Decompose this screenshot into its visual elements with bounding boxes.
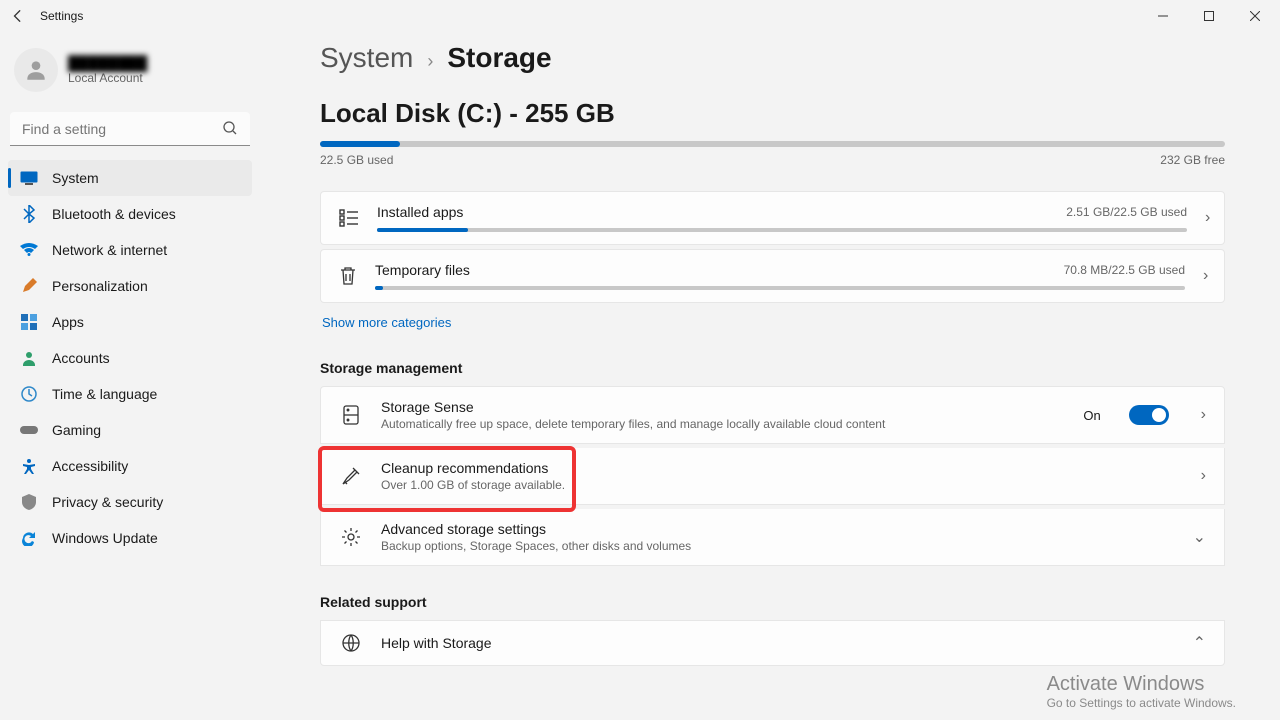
globe-icon: [339, 633, 363, 653]
shield-icon: [20, 493, 38, 511]
disk-title: Local Disk (C:) - 255 GB: [320, 98, 1240, 129]
sidebar-item-system[interactable]: System: [8, 160, 252, 196]
broom-icon: [339, 466, 363, 486]
account-header[interactable]: ████████ Local Account: [4, 40, 256, 108]
sidebar-item-label: Personalization: [52, 278, 148, 294]
sidebar-item-apps[interactable]: Apps: [8, 304, 252, 340]
category-title: Temporary files: [375, 262, 470, 278]
update-icon: [20, 529, 38, 547]
show-more-categories-link[interactable]: Show more categories: [322, 315, 451, 330]
chevron-right-icon: ›: [427, 51, 433, 72]
sidebar-item-label: Accounts: [52, 350, 110, 366]
category-stat: 70.8 MB/22.5 GB used: [1064, 263, 1185, 277]
gamepad-icon: [20, 421, 38, 439]
sidebar-item-personalization[interactable]: Personalization: [8, 268, 252, 304]
breadcrumb-current: Storage: [447, 42, 551, 74]
section-related-support: Related support: [320, 594, 1240, 610]
disk-free-label: 232 GB free: [1160, 153, 1225, 167]
sidebar-item-label: Privacy & security: [52, 494, 163, 510]
drive-icon: [339, 405, 363, 425]
account-subtitle: Local Account: [68, 71, 147, 85]
sidebar-item-accessibility[interactable]: Accessibility: [8, 448, 252, 484]
maximize-button[interactable]: [1186, 0, 1232, 32]
setting-subtitle: Over 1.00 GB of storage available.: [381, 478, 1183, 492]
sidebar-item-bluetooth[interactable]: Bluetooth & devices: [8, 196, 252, 232]
gear-icon: [339, 527, 363, 547]
bluetooth-icon: [20, 205, 38, 223]
category-installed-apps[interactable]: Installed apps 2.51 GB/22.5 GB used ›: [320, 191, 1225, 245]
related-title: Help with Storage: [381, 635, 1175, 651]
sidebar-item-time-language[interactable]: Time & language: [8, 376, 252, 412]
system-icon: [20, 169, 38, 187]
setting-storage-sense[interactable]: Storage Sense Automatically free up spac…: [320, 386, 1225, 444]
titlebar: Settings: [0, 0, 1280, 32]
window-title: Settings: [40, 9, 83, 23]
sidebar-item-label: Windows Update: [52, 530, 158, 546]
avatar: [14, 48, 58, 92]
wifi-icon: [20, 241, 38, 259]
person-icon: [20, 349, 38, 367]
category-stat: 2.51 GB/22.5 GB used: [1066, 205, 1187, 219]
minimize-button[interactable]: [1140, 0, 1186, 32]
sidebar-item-windows-update[interactable]: Windows Update: [8, 520, 252, 556]
sidebar-item-label: Network & internet: [52, 242, 167, 258]
setting-title: Storage Sense: [381, 399, 1065, 415]
globe-clock-icon: [20, 385, 38, 403]
chevron-right-icon: ›: [1205, 209, 1210, 227]
toggle-state-label: On: [1083, 408, 1100, 423]
breadcrumb-parent[interactable]: System: [320, 42, 413, 74]
setting-subtitle: Automatically free up space, delete temp…: [381, 417, 1065, 431]
watermark-subtitle: Go to Settings to activate Windows.: [1047, 696, 1236, 710]
sidebar-item-privacy[interactable]: Privacy & security: [8, 484, 252, 520]
sidebar-item-label: Bluetooth & devices: [52, 206, 176, 222]
section-storage-management: Storage management: [320, 360, 1240, 376]
chevron-right-icon: ›: [1201, 467, 1206, 485]
sidebar-item-label: Apps: [52, 314, 84, 330]
sidebar-item-label: Gaming: [52, 422, 101, 438]
disk-used-label: 22.5 GB used: [320, 153, 393, 167]
breadcrumb: System › Storage: [320, 42, 1240, 74]
search-icon: [222, 120, 238, 141]
sidebar-item-label: Accessibility: [52, 458, 128, 474]
storage-sense-toggle[interactable]: [1129, 405, 1169, 425]
disk-usage-bar: [320, 141, 1225, 147]
sidebar-item-accounts[interactable]: Accounts: [8, 340, 252, 376]
activation-watermark: Activate Windows Go to Settings to activ…: [1047, 673, 1236, 710]
back-button[interactable]: [2, 0, 34, 32]
setting-title: Advanced storage settings: [381, 521, 1175, 537]
setting-title: Cleanup recommendations: [381, 460, 1183, 476]
sidebar-item-label: System: [52, 170, 99, 186]
chevron-down-icon: ⌄: [1193, 527, 1206, 547]
apps-icon: [20, 313, 38, 331]
accessibility-icon: [20, 457, 38, 475]
close-button[interactable]: [1232, 0, 1278, 32]
apps-list-icon: [339, 209, 359, 227]
search-box[interactable]: [10, 112, 250, 146]
category-title: Installed apps: [377, 204, 463, 220]
category-temporary-files[interactable]: Temporary files 70.8 MB/22.5 GB used ›: [320, 249, 1225, 303]
sidebar-item-label: Time & language: [52, 386, 157, 402]
setting-cleanup-recommendations[interactable]: Cleanup recommendations Over 1.00 GB of …: [320, 448, 1225, 505]
search-input[interactable]: [10, 112, 250, 146]
sidebar: ████████ Local Account System Bluetooth …: [0, 32, 260, 720]
account-name: ████████: [68, 55, 147, 71]
setting-subtitle: Backup options, Storage Spaces, other di…: [381, 539, 1175, 553]
help-with-storage[interactable]: Help with Storage ⌃: [320, 620, 1225, 666]
chevron-right-icon: ›: [1201, 406, 1206, 424]
content: System › Storage Local Disk (C:) - 255 G…: [260, 32, 1280, 720]
setting-advanced-storage[interactable]: Advanced storage settings Backup options…: [320, 509, 1225, 566]
sidebar-item-gaming[interactable]: Gaming: [8, 412, 252, 448]
sidebar-item-network[interactable]: Network & internet: [8, 232, 252, 268]
watermark-title: Activate Windows: [1047, 673, 1236, 696]
chevron-up-icon: ⌃: [1193, 633, 1206, 653]
paint-icon: [20, 277, 38, 295]
trash-icon: [339, 266, 357, 286]
chevron-right-icon: ›: [1203, 267, 1208, 285]
